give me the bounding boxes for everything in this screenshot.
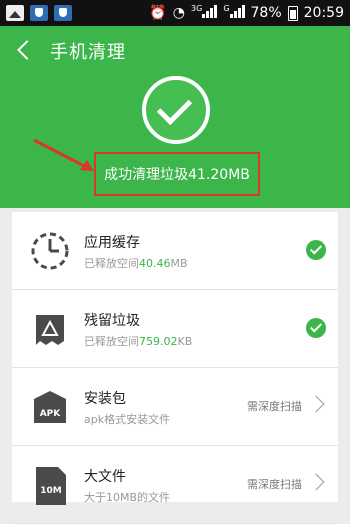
network-3g-label: 3G — [191, 4, 203, 13]
image-notification-icon — [6, 5, 24, 21]
deep-scan-label: 需深度扫描 — [247, 478, 302, 491]
item-subtitle: apk格式安装文件 — [84, 413, 171, 426]
deep-scan-label: 需深度扫描 — [247, 400, 302, 413]
ten-m-icon-label: 10M — [40, 486, 62, 496]
cleanup-header: 手机清理 成功清理垃圾41.20MB — [0, 26, 350, 208]
item-subtitle: 大于10MB的文件 — [84, 491, 171, 504]
list-item-app-cache[interactable]: 应用缓存 已释放空间40.46MB — [12, 212, 338, 290]
battery-percent: 78% — [250, 5, 282, 21]
cleanup-result-text: 成功清理垃圾41.20MB — [104, 167, 250, 183]
system-status: ⏰ ◔ 3G G 78% 20:59 — [149, 4, 344, 22]
subtitle-prefix: 已释放空间 — [84, 257, 139, 270]
success-check-icon — [142, 76, 210, 144]
list-item-install-package[interactable]: APK 安装包 apk格式安装文件 需深度扫描 — [12, 368, 338, 446]
apk-icon-label: APK — [40, 409, 62, 419]
clock: 20:59 — [303, 5, 344, 21]
freed-amount: 40.46 — [139, 257, 171, 270]
alarm-clock-icon: ⏰ — [149, 5, 167, 21]
signal-g-indicator: G — [223, 4, 245, 22]
done-check-icon — [306, 318, 326, 338]
page-title: 手机清理 — [50, 42, 126, 63]
list-item-residual-junk[interactable]: 残留垃圾 已释放空间759.02KB — [12, 290, 338, 368]
timer-icon — [31, 232, 69, 270]
notification-icons — [6, 5, 72, 21]
security-app-icon-2 — [54, 5, 72, 21]
signal-bars-icon — [202, 4, 218, 18]
item-subtitle: 已释放空间40.46MB — [84, 255, 188, 271]
wifi-icon: ◔ — [172, 5, 186, 21]
cleanup-list: 应用缓存 已释放空间40.46MB 残留垃圾 已释放空间759.02KB APK… — [12, 212, 338, 524]
item-title: 安装包 — [84, 391, 126, 407]
annotation-arrow — [33, 138, 94, 171]
freed-amount: 759.02 — [139, 335, 178, 348]
security-app-icon — [30, 5, 48, 21]
residual-file-icon — [36, 315, 64, 345]
item-title: 残留垃圾 — [84, 313, 140, 329]
item-title: 大文件 — [84, 469, 126, 485]
apk-box-icon: APK — [34, 391, 66, 423]
signal-3g-indicator: 3G — [191, 4, 218, 22]
signal-bars-icon-2 — [229, 4, 245, 18]
freed-unit: KB — [177, 335, 193, 348]
item-subtitle: 已释放空间759.02KB — [84, 333, 192, 349]
status-bar: ⏰ ◔ 3G G 78% 20:59 — [0, 0, 350, 26]
battery-icon — [287, 5, 298, 21]
large-file-icon: 10M — [36, 467, 66, 505]
done-check-icon — [306, 240, 326, 260]
subtitle-prefix: 已释放空间 — [84, 335, 139, 348]
cleanup-result-highlight: 成功清理垃圾41.20MB — [94, 152, 260, 196]
list-item-large-files[interactable]: 10M 大文件 大于10MB的文件 需深度扫描 — [12, 446, 338, 524]
item-title: 应用缓存 — [84, 235, 140, 251]
back-arrow-icon[interactable] — [14, 38, 36, 62]
chevron-right-icon — [307, 473, 325, 491]
freed-unit: MB — [170, 257, 188, 270]
chevron-right-icon — [307, 395, 325, 413]
